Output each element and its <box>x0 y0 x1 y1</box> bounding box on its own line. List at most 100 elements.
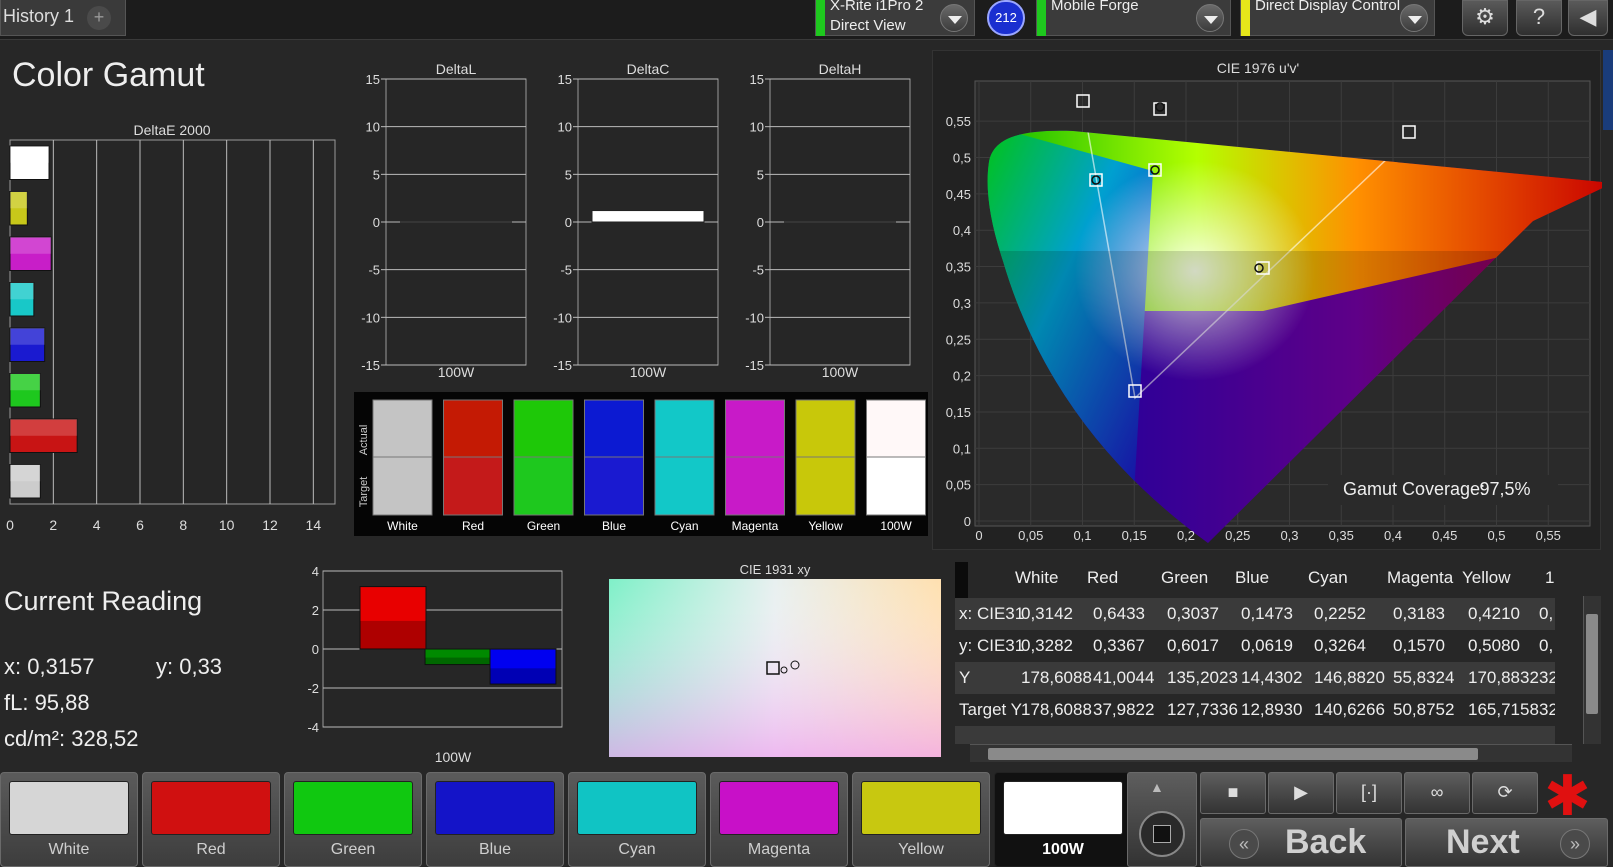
reading-y: y: 0,33 <box>156 654 223 679</box>
table-row[interactable]: Target Y 178,6088 37,9822 127,7336 12,8930 14… <box>955 694 1555 726</box>
meter-status-indicator <box>816 0 825 36</box>
display-status-indicator <box>1241 0 1250 36</box>
deltae-title: DeltaE 2000 <box>133 122 210 138</box>
pattern-button-magenta[interactable]: Magenta <box>710 772 848 867</box>
cie-y-tick: 0 <box>964 514 971 529</box>
actual-swatch <box>443 399 503 458</box>
pattern-button-yellow[interactable]: Yellow <box>852 772 990 867</box>
next-label: Next <box>1446 823 1520 861</box>
table-header-cell: Yellow <box>1462 568 1511 587</box>
meter-selector[interactable]: X-Rite i1Pro 2 Direct View <box>815 0 975 36</box>
deltae-tick-label: 2 <box>49 517 57 533</box>
table-row[interactable]: Y 178,6088 41,0044 135,2023 14,4302 146,8820 5… <box>955 662 1555 694</box>
stop-button[interactable]: ■ <box>1200 772 1266 814</box>
table-cell: 135,2023 <box>1167 668 1238 687</box>
pattern-toggle-button[interactable]: ▲ <box>1127 772 1197 867</box>
table-cell: 146,8820 <box>1314 668 1385 687</box>
cie-y-tick: 0,45 <box>946 187 971 202</box>
add-tab-button[interactable]: + <box>87 6 111 30</box>
pattern-button-cyan[interactable]: Cyan <box>568 772 706 867</box>
table-cell: 50,8752 <box>1393 700 1455 719</box>
cie-x-tick: 0,2 <box>1177 528 1195 543</box>
table-cell: 0,3037 <box>1167 604 1219 623</box>
table-header-cell: Magenta <box>1387 568 1454 587</box>
pattern-button-green[interactable]: Green <box>284 772 422 867</box>
delta-chart-deltal: DeltaL 15 10 5 0 -5 -10 -15 100W <box>361 61 527 380</box>
cie1976-panel: CIE 1976 u'v' 0 0,05 0,1 0,15 0,2 0,25 0,3 0,35… <box>932 50 1613 550</box>
continuous-button[interactable]: ∞ <box>1404 772 1470 814</box>
measure-once-button[interactable]: [·] <box>1336 772 1402 814</box>
rgb-balance-xlabel: 100W <box>435 749 472 765</box>
collapse-button[interactable]: ◀ <box>1568 0 1608 36</box>
delta-tick-label: 15 <box>366 72 380 87</box>
refresh-button[interactable]: ⟳ <box>1472 772 1538 814</box>
page-title: Color Gamut <box>12 56 205 94</box>
help-button[interactable]: ? <box>1516 0 1562 36</box>
table-cell: 0,3282 <box>1021 636 1073 655</box>
delta-tick-label: -5 <box>560 263 572 278</box>
cie-y-tick: 0,05 <box>946 478 971 493</box>
row-label: y: CIE31 <box>959 636 1025 655</box>
deltae-tick-label: 14 <box>306 517 322 533</box>
table-row[interactable]: x: CIE31 0,3142 0,6433 0,3037 0,1473 0,2252 0,… <box>955 598 1555 630</box>
chevron-down-icon[interactable] <box>1400 4 1428 32</box>
table-cell: 0,3183 <box>1393 604 1445 623</box>
scrollbar-thumb[interactable] <box>988 748 1478 760</box>
table-row-partial[interactable] <box>955 726 1555 744</box>
target-swatch <box>372 456 433 516</box>
badge-212[interactable]: 212 <box>987 0 1025 36</box>
chevron-down-icon[interactable] <box>940 4 968 32</box>
pattern-swatch <box>1003 781 1123 835</box>
rgb-tick-label: 4 <box>312 565 319 579</box>
pattern-generator-selector[interactable]: Mobile Forge <box>1036 0 1231 36</box>
deltae-bar-highlight <box>10 191 28 209</box>
pattern-label: Yellow <box>898 841 944 858</box>
deltae-tick-label: 12 <box>262 517 278 533</box>
swatch-label: Red <box>462 519 484 533</box>
deltae-bar-highlight <box>10 282 34 300</box>
actual-swatch <box>795 399 856 458</box>
cie-x-tick: 0,5 <box>1487 528 1505 543</box>
back-button[interactable]: « Back <box>1200 818 1402 867</box>
table-cell: 0,6017 <box>1167 636 1219 655</box>
tab-history-1[interactable]: History 1 + <box>0 0 126 36</box>
delta-tick-label: 15 <box>558 72 572 87</box>
settings-button[interactable]: ⚙ <box>1462 0 1508 36</box>
pattern-button-white[interactable]: White <box>0 772 138 867</box>
delta-tick-label: 10 <box>558 120 572 135</box>
table-vertical-scrollbar[interactable] <box>1583 596 1601 744</box>
pattern-button-red[interactable]: Red <box>142 772 280 867</box>
cie-y-tick: 0,1 <box>953 441 971 456</box>
target-swatch <box>654 456 715 516</box>
table-cell: 37,9822 <box>1093 700 1155 719</box>
actual-target-compare: Actual Target White Red Green Blue Cyan Magen… <box>354 392 928 536</box>
current-reading-title: Current Reading <box>4 586 203 616</box>
pattern-swatch <box>435 781 555 835</box>
swatch-label: Green <box>527 519 560 533</box>
reading-x: x: 0,3157 <box>4 654 95 679</box>
side-scroll-indicator[interactable] <box>1603 50 1613 130</box>
delta-tick-label: 10 <box>366 120 380 135</box>
cie-y-tick: 0,2 <box>953 369 971 384</box>
row-label: x: CIE31 <box>959 604 1025 623</box>
pattern-button-blue[interactable]: Blue <box>426 772 564 867</box>
stop-icon: ■ <box>1227 782 1239 802</box>
table-cell: 32 <box>1539 700 1555 719</box>
target-swatch <box>866 456 926 516</box>
table-row[interactable]: y: CIE31 0,3282 0,3367 0,6017 0,0619 0,3264 0,… <box>955 630 1555 662</box>
pattern-label: Cyan <box>618 841 656 858</box>
table-horizontal-scrollbar[interactable] <box>970 744 1572 762</box>
asterisk-icon[interactable]: ✱ <box>1544 768 1591 824</box>
table-header-cell: Cyan <box>1308 568 1348 587</box>
scrollbar-thumb[interactable] <box>1586 614 1598 714</box>
chevron-down-icon[interactable] <box>1196 4 1224 32</box>
next-button[interactable]: Next » <box>1405 818 1608 867</box>
pattern-button-100w[interactable]: 100W <box>994 772 1132 867</box>
table-header-cell: White <box>1015 568 1059 587</box>
stop-icon <box>1139 811 1185 857</box>
deltae-bar-highlight <box>10 328 45 345</box>
play-button[interactable]: ▶ <box>1268 772 1334 814</box>
table-cell: 170,8832 <box>1468 668 1539 687</box>
display-control-selector[interactable]: Direct Display Control <box>1240 0 1435 36</box>
bracket-icon: [·] <box>1361 782 1377 802</box>
